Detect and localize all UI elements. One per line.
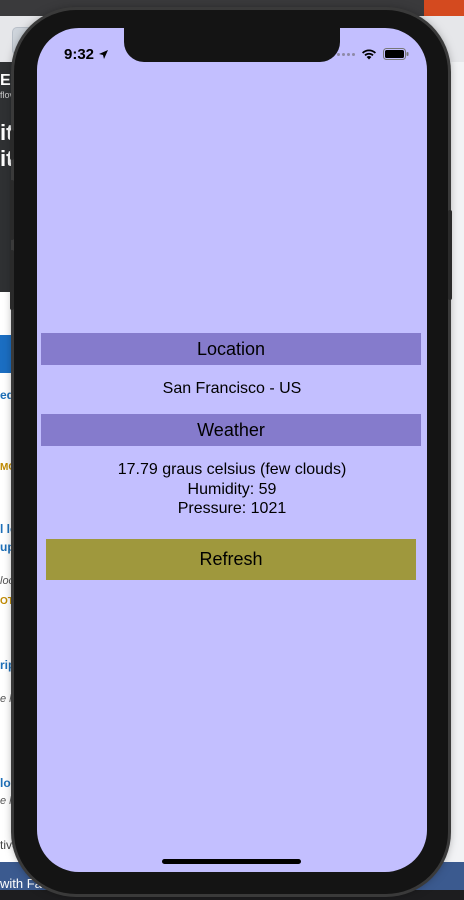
battery-icon (383, 48, 409, 60)
weather-humidity: Humidity: 59 (187, 481, 277, 498)
background-text-fragment[interactable]: ed (0, 388, 14, 402)
background-text-fragment: flov (0, 90, 15, 100)
wifi-icon (362, 49, 376, 60)
background-text-fragment[interactable]: up (0, 540, 15, 554)
status-time: 9:32 (64, 46, 109, 63)
cellular-signal-icon (337, 52, 355, 56)
refresh-button[interactable]: Refresh (46, 539, 416, 580)
background-text-fragment: OT (0, 596, 14, 607)
status-indicators (337, 48, 409, 60)
phone-volume-down (10, 250, 14, 310)
phone-mute-switch (10, 130, 14, 160)
location-arrow-icon (99, 50, 109, 59)
location-header: Location (41, 333, 421, 365)
weather-pressure: Pressure: 1021 (177, 500, 287, 517)
browser-accent-block (424, 0, 464, 16)
phone-volume-up (10, 180, 14, 240)
weather-description: 17.79 graus celsius (few clouds) (117, 461, 347, 478)
location-value: San Francisco - US (162, 380, 302, 397)
weather-header-label: Weather (197, 419, 265, 440)
location-header-label: Location (196, 338, 266, 359)
phone-notch (124, 28, 340, 62)
refresh-button-label: Refresh (199, 549, 263, 569)
home-indicator[interactable] (162, 859, 301, 864)
status-time-label: 9:32 (64, 46, 95, 63)
phone-power-button (448, 210, 452, 300)
app-screen: 9:32 Location San Francisco - US Weather… (37, 28, 427, 872)
weather-header: Weather (41, 414, 421, 446)
